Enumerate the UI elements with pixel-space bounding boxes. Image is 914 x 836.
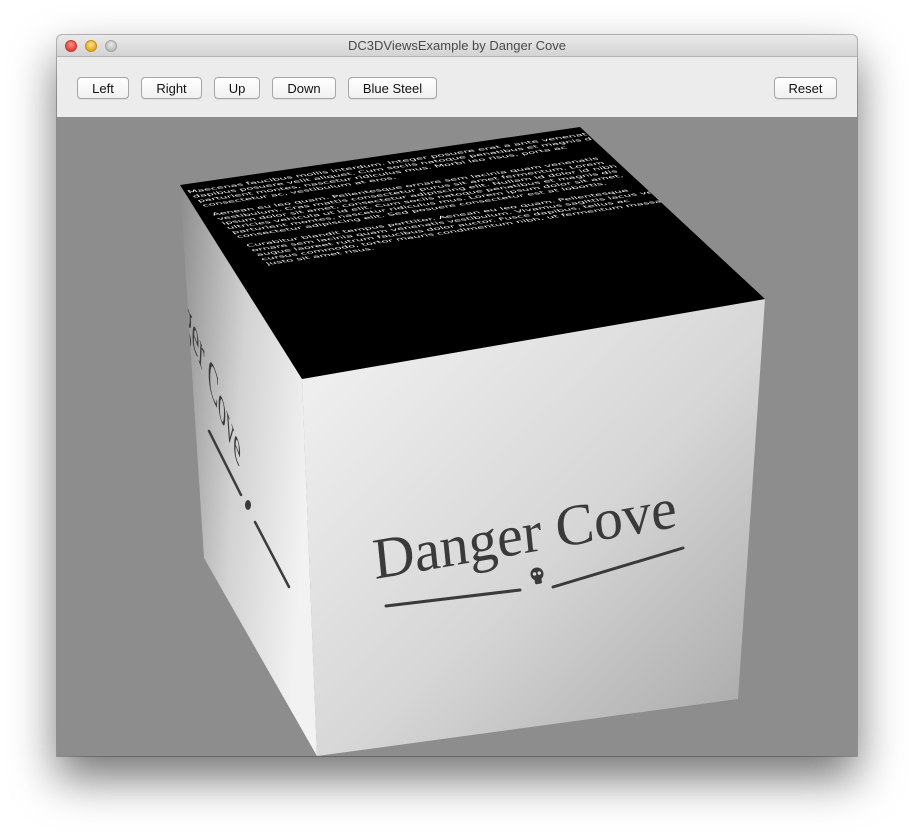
down-button[interactable]: Down xyxy=(272,77,336,99)
right-button[interactable]: Right xyxy=(141,77,202,99)
toolbar: Left Right Up Down Blue Steel Reset xyxy=(57,57,857,117)
blue-steel-button[interactable]: Blue Steel xyxy=(348,77,437,99)
title-bar[interactable]: DC3DViewsExample by Danger Cove xyxy=(57,35,857,57)
cube-scene[interactable]: Maecenas faucibus mollis interdum. Integ… xyxy=(57,117,857,756)
3d-viewport[interactable]: Maecenas faucibus mollis interdum. Integ… xyxy=(57,117,857,756)
app-window: DC3DViewsExample by Danger Cove Left Rig… xyxy=(57,35,857,756)
up-button[interactable]: Up xyxy=(214,77,260,99)
window-title: DC3DViewsExample by Danger Cove xyxy=(348,38,566,53)
reset-button[interactable]: Reset xyxy=(774,77,837,99)
left-button[interactable]: Left xyxy=(77,77,129,99)
